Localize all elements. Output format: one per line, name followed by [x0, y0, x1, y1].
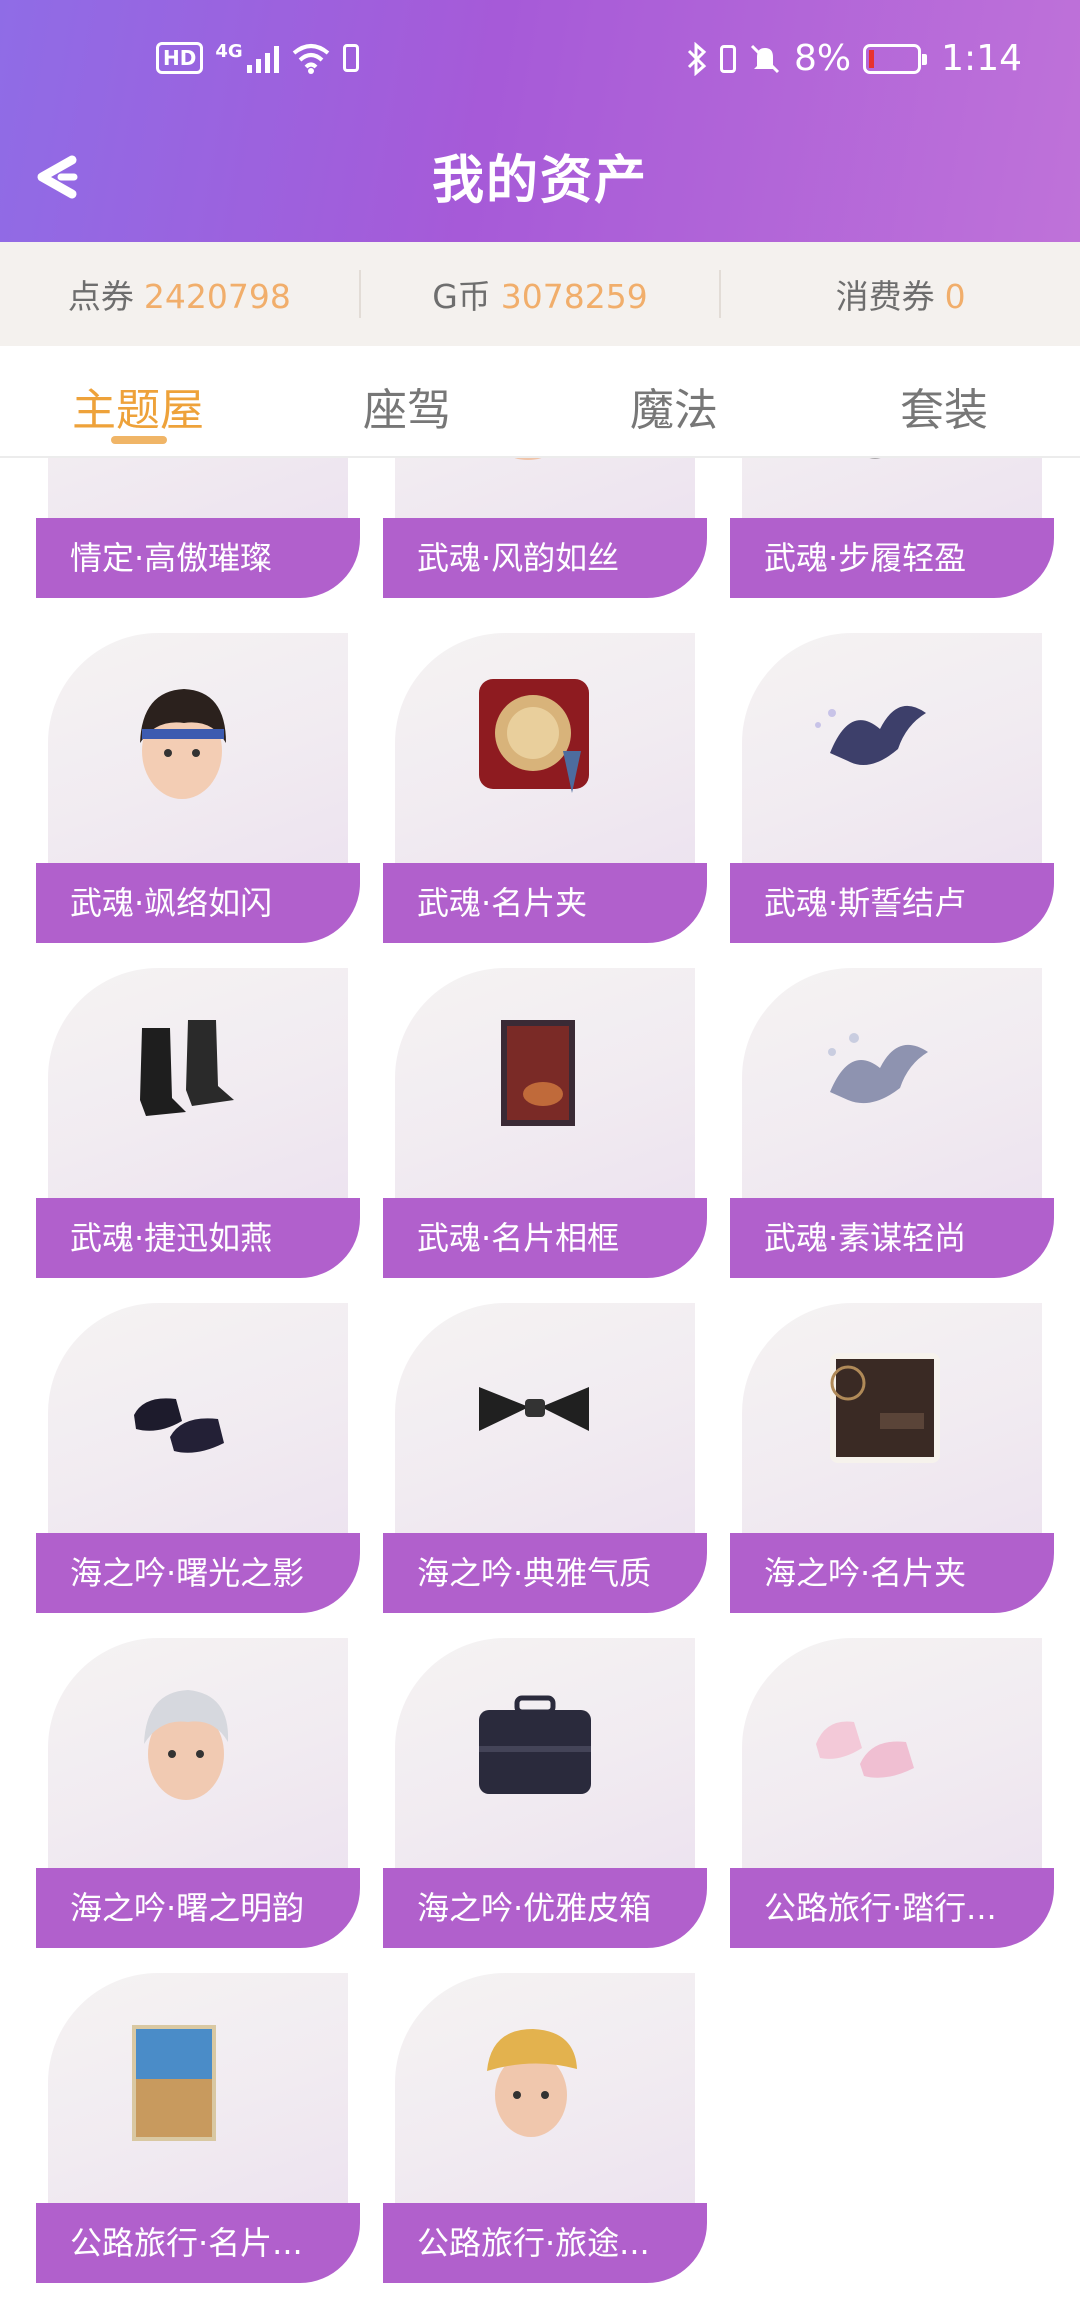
asset-card[interactable]: 武魂·风韵如丝 — [383, 458, 707, 608]
item-name: 武魂·捷迅如燕 — [36, 1198, 360, 1278]
hd-icon: HD — [156, 42, 204, 74]
item-name: 海之吟·曙之明韵 — [36, 1868, 360, 1948]
voucher-balance: 消费券 0 — [721, 270, 1080, 318]
page-title: 我的资产 — [431, 151, 648, 211]
category-tabs: 主题屋 座驾 魔法 套装 — [0, 346, 1080, 458]
wifi-icon — [292, 44, 329, 74]
asset-card[interactable]: 公路旅行·名片... — [36, 1973, 360, 2293]
mute-icon — [750, 44, 780, 73]
loafers-icon — [134, 1398, 224, 1453]
item-name: 武魂·名片夹 — [383, 863, 707, 943]
bow-tie-icon — [479, 1387, 589, 1431]
item-name: 武魂·步履轻盈 — [730, 518, 1054, 598]
points-balance: 点券 2420798 — [0, 270, 359, 318]
asset-card[interactable]: 公路旅行·踏行... — [730, 1638, 1054, 1958]
status-bar: HD 4G 8% 1:14 — [0, 28, 1080, 98]
item-name: 海之吟·典雅气质 — [383, 1533, 707, 1613]
card-holder-icon — [479, 679, 589, 793]
asset-card[interactable]: 海之吟·典雅气质 — [383, 1303, 707, 1623]
item-name: 公路旅行·踏行... — [730, 1868, 1054, 1948]
bluetooth-icon — [687, 41, 707, 76]
tab-vehicle[interactable]: 座驾 — [363, 374, 451, 438]
title-bar: 我的资产 — [0, 130, 1080, 220]
item-name: 海之吟·名片夹 — [730, 1533, 1054, 1613]
item-name: 海之吟·曙光之影 — [36, 1533, 360, 1613]
asset-card[interactable]: 武魂·捷迅如燕 — [36, 968, 360, 1288]
asset-card[interactable]: 武魂·斯誓结卢 — [730, 633, 1054, 953]
item-name: 情定·高傲璀璨 — [36, 518, 360, 598]
asset-grid: 情定·高傲璀璨 武魂·风韵如丝 武魂·步履轻盈 武魂·飒络如闪 武魂·名片夹 武… — [0, 458, 1080, 2310]
active-tab-indicator — [111, 436, 167, 444]
status-time: 1:14 — [941, 38, 1022, 79]
cloud-ribbon-icon — [828, 1033, 928, 1104]
item-name: 公路旅行·名片... — [36, 2203, 360, 2283]
boots-icon — [140, 1020, 234, 1116]
item-name: 武魂·素谋轻尚 — [730, 1198, 1054, 1278]
asset-card[interactable]: 海之吟·优雅皮箱 — [383, 1638, 707, 1958]
phone-battery-icon — [342, 44, 359, 72]
points-value: 2420798 — [143, 277, 291, 316]
status-right: 8% 1:14 — [686, 38, 1022, 79]
asset-card[interactable]: 武魂·素谋轻尚 — [730, 968, 1054, 1288]
signal-icon — [246, 43, 279, 73]
postcard-icon — [132, 2025, 216, 2141]
vibrate-icon — [720, 44, 737, 73]
cloud-ribbon-icon — [815, 705, 926, 765]
item-name: 公路旅行·旅途... — [383, 2203, 707, 2283]
asset-card[interactable]: 武魂·飒络如闪 — [36, 633, 360, 953]
cap-head-icon — [487, 2029, 577, 2137]
asset-card[interactable]: 武魂·名片相框 — [383, 968, 707, 1288]
tab-magic[interactable]: 魔法 — [630, 374, 718, 438]
battery-percent: 8% — [794, 38, 852, 79]
card-holder-icon — [830, 1353, 940, 1463]
item-name: 海之吟·优雅皮箱 — [383, 1868, 707, 1948]
network-type: 4G — [215, 40, 243, 62]
asset-card[interactable]: 海之吟·曙之明韵 — [36, 1638, 360, 1958]
asset-card[interactable]: 公路旅行·旅途... — [383, 1973, 707, 2293]
item-name: 武魂·名片相框 — [383, 1198, 707, 1278]
asset-card[interactable]: 武魂·名片夹 — [383, 633, 707, 953]
suitcase-icon — [479, 1695, 591, 1794]
gcoin-label: G币 — [432, 277, 491, 316]
asset-card[interactable]: 情定·高傲璀璨 — [36, 458, 360, 608]
hair-head-icon — [140, 689, 226, 799]
tab-theme-house[interactable]: 主题屋 — [72, 374, 204, 438]
gcoin-value: 3078259 — [500, 277, 648, 316]
photo-frame-icon — [501, 1020, 575, 1126]
battery-icon — [863, 43, 928, 74]
item-name: 武魂·斯誓结卢 — [730, 863, 1054, 943]
status-left: HD 4G — [156, 40, 359, 74]
silver-hair-head-icon — [144, 1690, 229, 1800]
asset-card[interactable]: 海之吟·曙光之影 — [36, 1303, 360, 1623]
app-header: HD 4G 8% 1:14 我的资产 — [0, 0, 1080, 242]
asset-card[interactable]: 海之吟·名片夹 — [730, 1303, 1054, 1623]
gcoin-balance: G币 3078259 — [361, 270, 720, 318]
points-label: 点券 — [67, 277, 134, 316]
currency-bar: 点券 2420798 G币 3078259 消费券 0 — [0, 242, 1080, 346]
item-name: 武魂·飒络如闪 — [36, 863, 360, 943]
voucher-label: 消费券 — [835, 277, 935, 316]
sneakers-icon — [816, 1721, 914, 1778]
tab-outfit[interactable]: 套装 — [900, 374, 988, 438]
asset-card[interactable]: 武魂·步履轻盈 — [730, 458, 1054, 608]
item-name: 武魂·风韵如丝 — [383, 518, 707, 598]
voucher-value: 0 — [944, 277, 966, 316]
